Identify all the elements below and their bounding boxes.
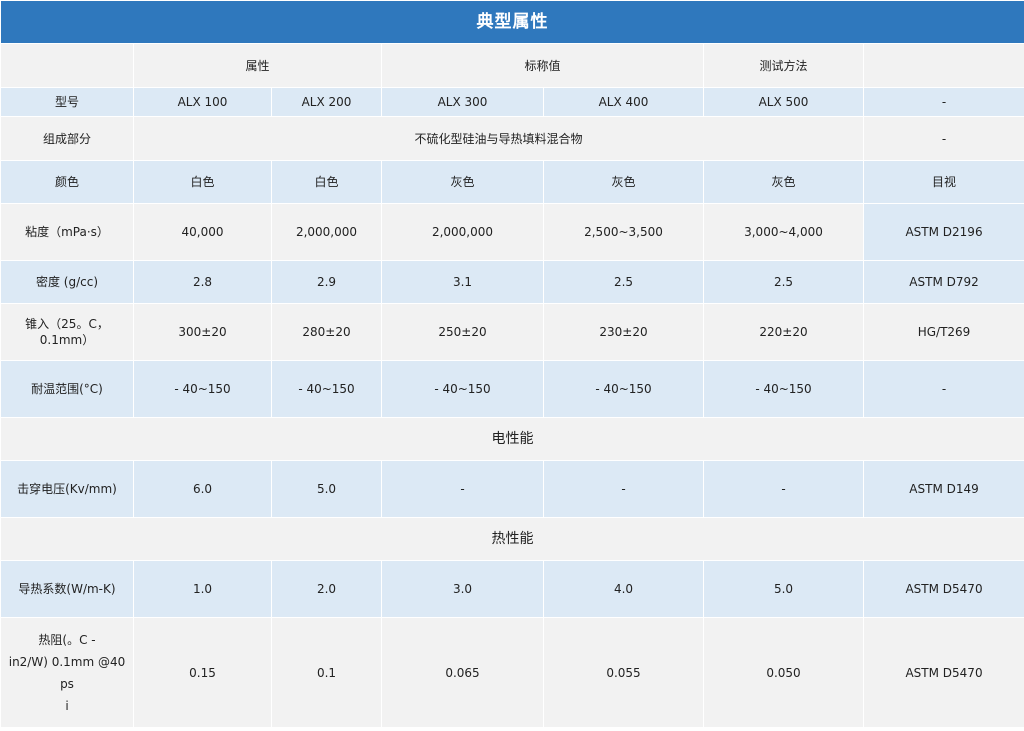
table-cell: 250±20: [381, 303, 544, 361]
table-cell: ALX 400: [543, 87, 704, 117]
table-cell: 3.1: [381, 260, 544, 304]
table-row: 型号 ALX 100 ALX 200 ALX 300 ALX 400 ALX 5…: [0, 87, 1024, 117]
table-cell: 220±20: [703, 303, 864, 361]
properties-table-wrap: 典型属性 属性 标称值 测试方法 型号 ALX 100 ALX 200 ALX …: [0, 0, 1024, 731]
header-method: 测试方法: [703, 43, 864, 88]
method-cell: 目视: [862, 160, 1024, 204]
table-cell: 0.1: [271, 617, 382, 728]
row-label: 导热系数(W/m-K): [0, 560, 134, 618]
table-row: 热阻(。C - in2/W) 0.1mm @40 ps i 0.15 0.1 0…: [0, 617, 1024, 728]
table-cell: 6.0: [133, 460, 272, 518]
table-row: 导热系数(W/m-K) 1.0 2.0 3.0 4.0 5.0 ASTM D54…: [0, 560, 1024, 618]
properties-table: 典型属性 属性 标称值 测试方法 型号 ALX 100 ALX 200 ALX …: [0, 0, 1024, 728]
table-cell: 灰色: [543, 160, 704, 204]
header-empty: [0, 43, 134, 88]
table-cell: -: [543, 460, 704, 518]
table-cell: 3.0: [381, 560, 544, 618]
table-cell: 白色: [133, 160, 272, 204]
table-cell: 2.5: [703, 260, 864, 304]
table-cell: 3,000~4,000: [703, 203, 864, 261]
table-cell: - 40~150: [543, 360, 704, 418]
table-row: 耐温范围(°C) - 40~150 - 40~150 - 40~150 - 40…: [0, 360, 1024, 418]
row-label: 型号: [0, 87, 134, 117]
table-cell: -: [703, 460, 864, 518]
table-cell: 2.9: [271, 260, 382, 304]
method-cell: HG/T269: [862, 303, 1024, 361]
table-cell: ALX 300: [381, 87, 544, 117]
method-cell: -: [862, 87, 1024, 117]
table-cell: 0.050: [703, 617, 864, 728]
table-row: 击穿电压(Kv/mm) 6.0 5.0 - - - ASTM D149: [0, 460, 1024, 518]
section-thermal: 热性能: [0, 517, 1024, 561]
table-cell: 灰色: [703, 160, 864, 204]
table-title: 典型属性: [0, 0, 1024, 44]
method-cell: -: [862, 360, 1024, 418]
row-label: 热阻(。C - in2/W) 0.1mm @40 ps i: [0, 617, 134, 728]
table-cell: 1.0: [133, 560, 272, 618]
table-cell: -: [381, 460, 544, 518]
table-cell: - 40~150: [381, 360, 544, 418]
table-cell: - 40~150: [703, 360, 864, 418]
row-label: 耐温范围(°C): [0, 360, 134, 418]
table-cell: 2,000,000: [271, 203, 382, 261]
header-property: 属性: [133, 43, 382, 88]
table-cell: 灰色: [381, 160, 544, 204]
table-row: 颜色 白色 白色 灰色 灰色 灰色 目视: [0, 160, 1024, 204]
row-label-line: i: [65, 698, 69, 713]
method-cell: ASTM D2196: [862, 203, 1024, 261]
row-label-line: in2/W) 0.1mm @40 ps: [8, 654, 126, 691]
row-label: 击穿电压(Kv/mm): [0, 460, 134, 518]
table-cell: - 40~150: [271, 360, 382, 418]
table-cell: 2,000,000: [381, 203, 544, 261]
table-cell: ALX 100: [133, 87, 272, 117]
table-cell: - 40~150: [133, 360, 272, 418]
header-empty-end: [862, 43, 1024, 88]
table-cell: ALX 500: [703, 87, 864, 117]
row-label: 颜色: [0, 160, 134, 204]
table-cell: 2.0: [271, 560, 382, 618]
table-cell: 4.0: [543, 560, 704, 618]
table-cell: 5.0: [271, 460, 382, 518]
method-cell: ASTM D149: [862, 460, 1024, 518]
table-row: 锥入（25。C，0.1mm） 300±20 280±20 250±20 230±…: [0, 303, 1024, 361]
row-label: 组成部分: [0, 116, 134, 161]
table-row: 组成部分 不硫化型硅油与导热填料混合物 -: [0, 116, 1024, 161]
table-cell: ALX 200: [271, 87, 382, 117]
header-nominal: 标称值: [381, 43, 704, 88]
table-cell: 230±20: [543, 303, 704, 361]
row-label: 密度 (g/cc): [0, 260, 134, 304]
row-label: 粘度（mPa·s）: [0, 203, 134, 261]
table-cell: 300±20: [133, 303, 272, 361]
table-cell: 40,000: [133, 203, 272, 261]
table-cell: 280±20: [271, 303, 382, 361]
table-cell: 2,500~3,500: [543, 203, 704, 261]
composition-cell: 不硫化型硅油与导热填料混合物: [133, 116, 864, 161]
table-row: 粘度（mPa·s） 40,000 2,000,000 2,000,000 2,5…: [0, 203, 1024, 261]
table-cell: 2.5: [543, 260, 704, 304]
section-electrical: 电性能: [0, 417, 1024, 461]
row-label-line: 热阻(。C -: [38, 632, 96, 647]
method-cell: ASTM D792: [862, 260, 1024, 304]
table-cell: 0.065: [381, 617, 544, 728]
table-cell: 2.8: [133, 260, 272, 304]
table-cell: 5.0: [703, 560, 864, 618]
table-cell: 0.055: [543, 617, 704, 728]
table-cell: 白色: [271, 160, 382, 204]
table-row: 密度 (g/cc) 2.8 2.9 3.1 2.5 2.5 ASTM D792: [0, 260, 1024, 304]
table-cell: 0.15: [133, 617, 272, 728]
method-cell: -: [862, 116, 1024, 161]
method-cell: ASTM D5470: [862, 560, 1024, 618]
method-cell: ASTM D5470: [862, 617, 1024, 728]
row-label: 锥入（25。C，0.1mm）: [0, 303, 134, 361]
